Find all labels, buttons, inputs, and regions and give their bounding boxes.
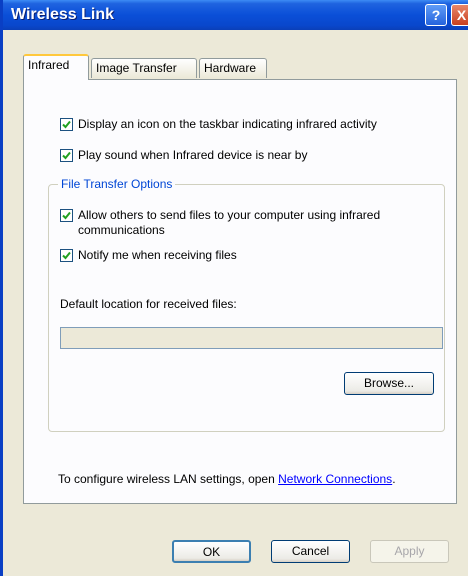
dialog-window: Wireless Link ? X Infrared Image Transfe… [0,0,468,576]
apply-button[interactable]: Apply [370,540,449,563]
tab-image-transfer[interactable]: Image Transfer [91,58,197,78]
close-button[interactable]: X [451,4,468,26]
notify-option[interactable]: Notify me when receiving files [60,248,237,263]
notify-label: Notify me when receiving files [78,248,237,262]
default-location-label: Default location for received files: [60,297,237,311]
taskbar-icon-option[interactable]: Display an icon on the taskbar indicatin… [60,117,377,132]
allow-send-label: Allow others to send files to your compu… [78,208,380,238]
allow-send-option[interactable]: Allow others to send files to your compu… [60,208,380,238]
title-bar[interactable]: Wireless Link ? X [3,0,468,30]
check-icon [62,120,71,129]
play-sound-label: Play sound when Infrared device is near … [78,148,308,162]
tab-panel-infrared: Display an icon on the taskbar indicatin… [23,79,457,504]
tab-infrared[interactable]: Infrared [23,54,89,80]
browse-button[interactable]: Browse... [344,372,434,395]
play-sound-checkbox[interactable] [60,149,73,162]
check-icon [62,251,71,260]
ok-button[interactable]: OK [172,540,251,563]
file-transfer-group-title: File Transfer Options [58,177,176,191]
wireless-lan-suffix: . [392,472,396,486]
notify-checkbox[interactable] [60,249,73,262]
network-connections-link[interactable]: Network Connections [278,472,392,486]
cancel-button[interactable]: Cancel [271,540,350,563]
allow-send-label-line2: communications [78,223,165,237]
allow-send-checkbox[interactable] [60,209,73,222]
default-location-field [60,327,443,349]
play-sound-option[interactable]: Play sound when Infrared device is near … [60,148,307,163]
help-button[interactable]: ? [425,4,447,26]
tab-hardware[interactable]: Hardware [199,58,267,78]
window-title: Wireless Link [11,6,115,23]
allow-send-label-line1: Allow others to send files to your compu… [78,208,381,222]
wireless-lan-text: To configure wireless LAN settings, open [58,472,279,486]
check-icon [62,151,71,160]
check-icon [62,211,71,220]
taskbar-icon-label: Display an icon on the taskbar indicatin… [78,117,377,131]
wireless-lan-info: To configure wireless LAN settings, open… [58,472,396,486]
taskbar-icon-checkbox[interactable] [60,118,73,131]
